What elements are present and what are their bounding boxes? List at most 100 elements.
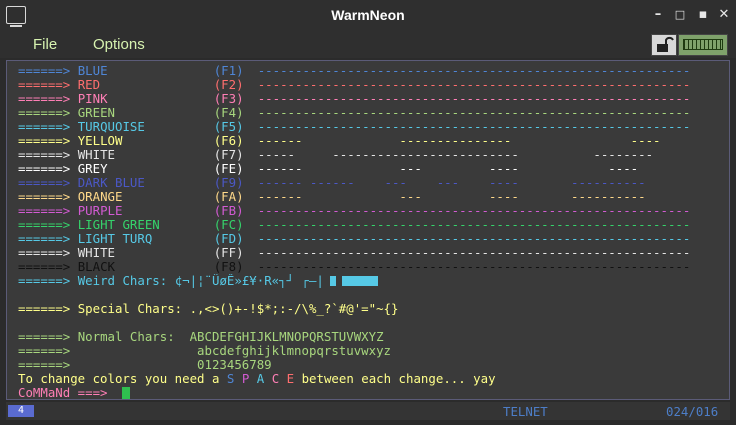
status-position: 024/016 (666, 404, 719, 419)
weird-chars-row: ======> Weird Chars: ¢¬|¦¨ÜøÊ»£¥·R«┐┘ ┌—… (18, 274, 730, 288)
row-key: (F6) (213, 134, 244, 148)
keyboard-icon[interactable] (678, 34, 728, 56)
row-arrow: ======> (18, 204, 71, 218)
row-arrow: ======> (18, 232, 71, 246)
row-arrow: ======> (18, 78, 71, 92)
color-row: ======> LIGHT TURQ (FD) ------------------… (18, 232, 730, 246)
color-row: ======> RED (F2) -------------------------… (18, 78, 730, 92)
row-dashes: ----------------------------------------… (257, 64, 691, 78)
color-row: ======> WHITE (F7) ----- -----------------… (18, 148, 730, 162)
weird-chars: ¢¬|¦¨ÜøÊ»£¥·R«┐┘ ┌—| (174, 274, 324, 288)
row-key: (FD) (213, 232, 244, 246)
blank-row (18, 316, 730, 330)
row-key: (FC) (213, 218, 244, 232)
text-cursor[interactable] (122, 387, 131, 399)
lock-glyph (657, 36, 674, 52)
row-arrow: ======> (18, 92, 71, 106)
maximize-button[interactable]: ▪ (693, 6, 713, 24)
row-label: GREEN (77, 106, 115, 120)
row-arrow: ======> (18, 176, 71, 190)
row-label: TURQUOISE (77, 120, 145, 134)
row-label: LIGHT TURQ (77, 232, 153, 246)
row-label: BLUE (77, 64, 108, 78)
menu-file[interactable]: File (33, 36, 57, 53)
special-label: Special Chars: (77, 302, 183, 316)
row-dashes: ----------------------------------------… (257, 204, 691, 218)
minimize-button[interactable]: – (648, 6, 668, 24)
row-label: LIGHT GREEN (77, 218, 160, 232)
hint-text: To change colors you need a (18, 372, 220, 386)
row-label: WHITE (77, 148, 115, 162)
color-row: ======> GREY (FE) ------ --- ---- ---- (18, 162, 730, 176)
menu-bar: File Options (0, 32, 736, 58)
normal-arrow: ======> (18, 330, 71, 344)
normal-digits: 0123456789 (197, 358, 272, 372)
row-dashes: ------ --- ---- ---- (257, 162, 639, 176)
color-row: ======> YELLOW (F6) ------ ---------------… (18, 134, 730, 148)
space-letter: E (286, 372, 295, 386)
normal-lower: abcdefghijklmnopqrstuvwxyz (197, 344, 392, 358)
row-arrow: ======> (18, 260, 71, 274)
row-arrow: ======> (18, 148, 71, 162)
row-key: (F2) (213, 78, 244, 92)
row-key: (FB) (213, 204, 244, 218)
row-key: (F4) (213, 106, 244, 120)
normal-arrow: ======> (18, 344, 71, 358)
row-label: BLACK (77, 260, 115, 274)
hint-text: between each change... yay (301, 372, 496, 386)
status-icon[interactable]: 4 (8, 405, 34, 417)
weird-label: Weird Chars: (77, 274, 168, 288)
command-prompt: CoMMaNd ===> (18, 386, 108, 400)
row-dashes: ------ --- ---- ---------- (257, 190, 646, 204)
row-label: YELLOW (77, 134, 123, 148)
color-row: ======> BLACK (F8) -----------------------… (18, 260, 730, 274)
title-bar[interactable]: WarmNeon – □ ▪ ✕ (0, 0, 736, 32)
row-key: (F8) (213, 260, 244, 274)
row-key: (F1) (213, 64, 244, 78)
color-row: ======> WHITE (FF) -----------------------… (18, 246, 730, 260)
row-label: WHITE (77, 246, 115, 260)
lock-icon[interactable] (651, 34, 677, 56)
special-chars: .,<>()+-!$*;:-/\%_?`#@'="~{} (189, 302, 399, 316)
row-key: (FE) (213, 162, 244, 176)
close-button[interactable]: ✕ (714, 6, 734, 24)
row-label: DARK BLUE (77, 176, 145, 190)
row-label: GREY (77, 162, 108, 176)
color-row: ======> ORANGE (FA) ------ --- ---- ------… (18, 190, 730, 204)
row-key: (F7) (213, 148, 244, 162)
normal-digits-row: ======> 0123456789 (18, 358, 730, 372)
row-key: (FA) (213, 190, 244, 204)
color-row: ======> GREEN (F4) -----------------------… (18, 106, 730, 120)
weird-arrow: ======> (18, 274, 71, 288)
row-arrow: ======> (18, 106, 71, 120)
keyboard-glyph (683, 39, 723, 50)
row-arrow: ======> (18, 64, 71, 78)
row-dashes: ----------------------------------------… (257, 218, 691, 232)
restore-button[interactable]: □ (670, 6, 690, 24)
row-key: (F9) (213, 176, 244, 190)
row-key: (F5) (213, 120, 244, 134)
color-row: ======> LIGHT GREEN (FC) -----------------… (18, 218, 730, 232)
row-label: PINK (77, 92, 108, 106)
row-dashes: ----------------------------------------… (257, 92, 691, 106)
block-glyphs (329, 276, 378, 286)
row-dashes: ----------------------------------------… (257, 78, 691, 92)
status-mode: TELNET (503, 404, 548, 419)
row-arrow: ======> (18, 190, 71, 204)
terminal-screen[interactable]: ======> BLUE (F1) ------------------------… (6, 60, 730, 400)
row-arrow: ======> (18, 134, 71, 148)
row-dashes: ------ ------ --- --- ---- ---------- (257, 176, 646, 190)
row-arrow: ======> (18, 246, 71, 260)
normal-chars-row: ======> Normal Chars: ABCDEFGHIJKLMNOPQR… (18, 330, 730, 344)
row-arrow: ======> (18, 218, 71, 232)
special-arrow: ======> (18, 302, 71, 316)
normal-lower-row: ======> abcdefghijklmnopqrstuvwxyz (18, 344, 730, 358)
color-row: ======> TURQUOISE (F5) -------------------… (18, 120, 730, 134)
color-row: ======> DARK BLUE (F9) ------ ------ --- -… (18, 176, 730, 190)
normal-arrow: ======> (18, 358, 71, 372)
row-dashes: ----------------------------------------… (257, 260, 691, 274)
menu-options[interactable]: Options (93, 36, 145, 53)
normal-label: Normal Chars: (77, 330, 175, 344)
command-row: CoMMaNd ===> (18, 386, 730, 400)
special-chars-row: ======> Special Chars: .,<>()+-!$*;:-/\%… (18, 302, 730, 316)
